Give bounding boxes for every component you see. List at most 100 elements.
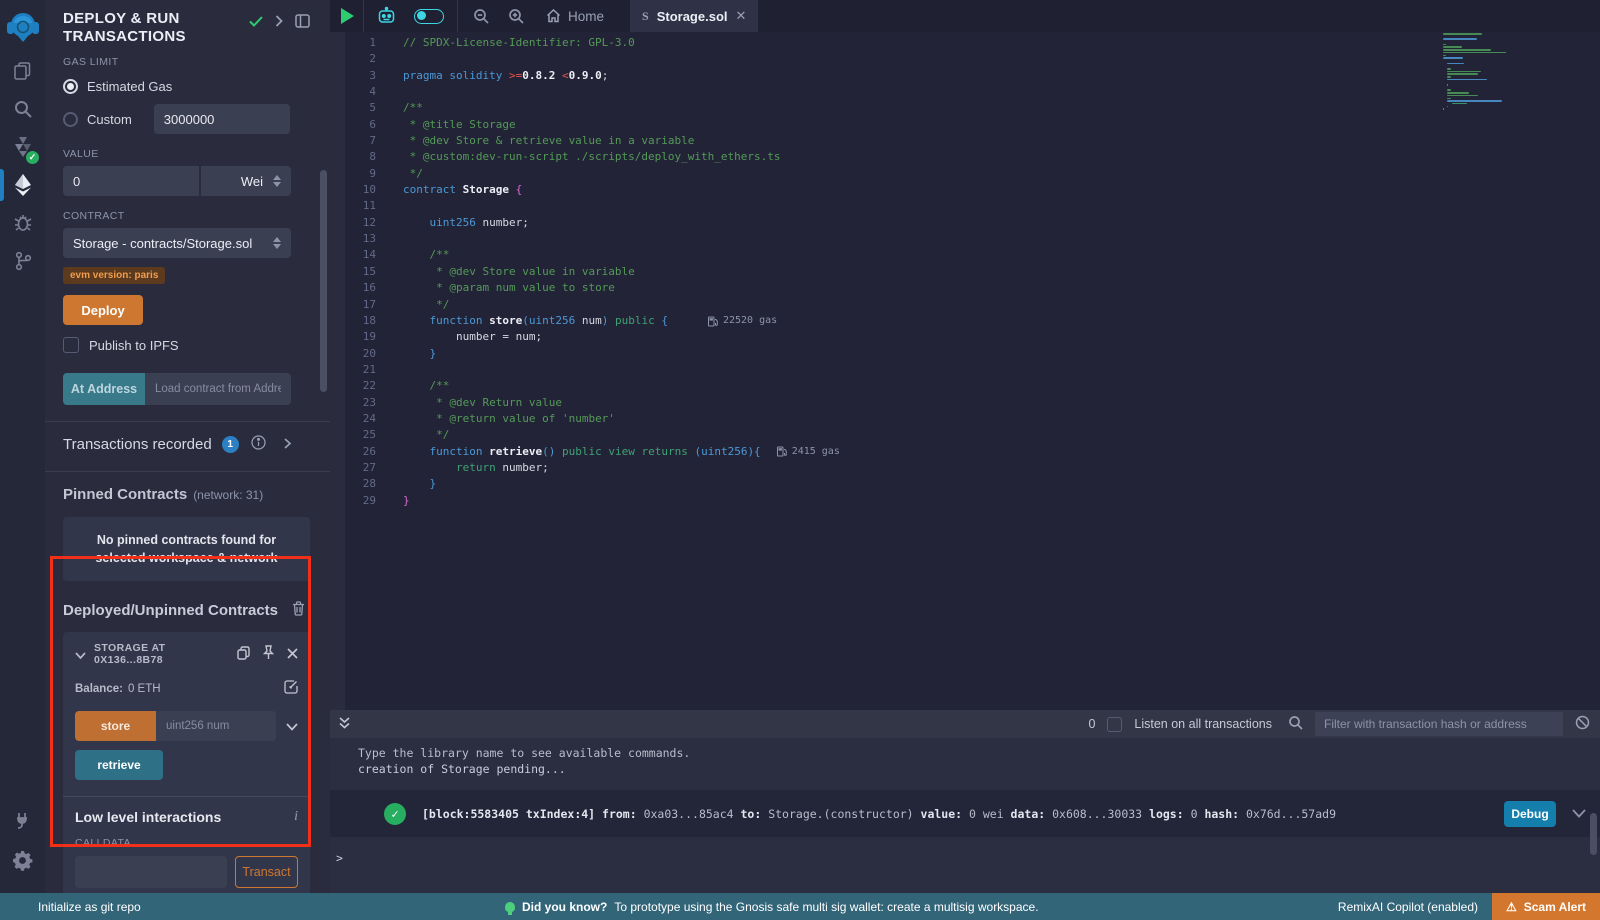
code-line: 10contract Storage {: [330, 182, 840, 198]
code-line: 18 function store(uint256 num) public {2…: [330, 313, 840, 329]
line-number: 25: [330, 427, 376, 443]
code-line: 24 * @return value of 'number': [330, 411, 840, 427]
debug-button[interactable]: Debug: [1504, 801, 1556, 827]
transactions-chevron-icon[interactable]: [284, 437, 291, 452]
pinned-contracts-title: Pinned Contracts: [63, 486, 187, 503]
panel-pin-view-icon[interactable]: [295, 14, 310, 31]
copilot-toggle[interactable]: [405, 0, 453, 32]
line-number: 11: [330, 198, 376, 214]
clear-deployed-trash-icon[interactable]: [292, 601, 305, 619]
contract-expand-chevron-icon[interactable]: [75, 647, 86, 662]
code-line: 16 * @param num value to store: [330, 280, 840, 296]
line-number: 22: [330, 378, 376, 394]
line-number: 14: [330, 247, 376, 263]
panel-scrollbar[interactable]: [320, 170, 327, 392]
terminal-search-icon: [1288, 715, 1303, 733]
debugger-icon[interactable]: [0, 204, 45, 242]
line-number: 24: [330, 411, 376, 427]
contract-select[interactable]: Storage - contracts/Storage.sol: [63, 228, 291, 258]
unit-stepper-icon[interactable]: [273, 175, 281, 187]
tab-storage-sol[interactable]: S Storage.sol ✕: [630, 0, 758, 32]
home-tab[interactable]: Home: [534, 9, 616, 24]
line-number: 4: [330, 84, 376, 100]
listen-all-checkbox[interactable]: [1107, 717, 1122, 732]
terminal-filter-input[interactable]: [1315, 712, 1563, 736]
line-number: 7: [330, 133, 376, 149]
solidity-file-icon: S: [642, 9, 649, 24]
publish-ipfs-checkbox[interactable]: [63, 337, 79, 353]
value-unit-select[interactable]: Wei: [201, 166, 291, 196]
solidity-compiler-icon[interactable]: ✓: [0, 128, 45, 166]
transact-button[interactable]: Transact: [235, 856, 298, 888]
publish-ipfs-option: Publish to IPFS: [63, 337, 310, 353]
code-editor[interactable]: 1// SPDX-License-Identifier: GPL-3.023pr…: [330, 32, 1600, 710]
search-icon[interactable]: [0, 90, 45, 128]
tab-close-icon[interactable]: ✕: [736, 8, 747, 24]
terminal-scrollbar[interactable]: [1590, 813, 1597, 855]
run-script-play-icon[interactable]: [332, 0, 363, 32]
tx-summary: [block:5583405 txIndex:4] from: 0xa03...…: [422, 807, 1336, 821]
copy-address-icon[interactable]: [237, 646, 250, 663]
remove-contract-icon[interactable]: [287, 647, 298, 662]
code-line: 23 * @dev Return value: [330, 395, 840, 411]
gas-estimate-annotation: 22520 gas: [708, 313, 777, 329]
line-number: 15: [330, 264, 376, 280]
terminal-clear-icon[interactable]: [1575, 715, 1590, 733]
low-level-info-icon[interactable]: i: [294, 809, 298, 825]
value-input[interactable]: [63, 166, 199, 196]
remix-logo-icon[interactable]: [0, 2, 45, 52]
code-line: 4: [330, 84, 840, 100]
pin-contract-icon[interactable]: [262, 645, 275, 663]
code-line: 29}: [330, 493, 840, 509]
file-explorer-icon[interactable]: [0, 52, 45, 90]
tx-expand-chevron-icon[interactable]: [1572, 807, 1586, 821]
estimated-gas-option[interactable]: Estimated Gas: [63, 75, 310, 97]
code-line: 1// SPDX-License-Identifier: GPL-3.0: [330, 35, 840, 51]
plugin-manager-icon[interactable]: [0, 801, 45, 839]
code-line: 20 }: [330, 346, 840, 362]
compile-success-badge: ✓: [26, 151, 39, 164]
line-number: 13: [330, 231, 376, 247]
settings-gear-icon[interactable]: [0, 841, 45, 879]
zoom-in-icon[interactable]: [499, 0, 534, 32]
edit-balance-icon[interactable]: [284, 680, 298, 697]
terminal-listen-count: 0: [1088, 717, 1095, 731]
terminal-prompt[interactable]: >: [330, 837, 1600, 865]
code-line: 5/**: [330, 100, 840, 116]
git-icon[interactable]: [0, 242, 45, 280]
calldata-input[interactable]: [75, 856, 227, 888]
zoom-out-icon[interactable]: [464, 0, 499, 32]
active-plugin-indicator: [0, 169, 4, 201]
low-level-interactions-title: Low level interactions: [75, 809, 221, 825]
remix-ai-robot-icon[interactable]: [368, 0, 405, 32]
store-expand-chevron-icon[interactable]: [286, 719, 298, 734]
transaction-log-row[interactable]: ✓ [block:5583405 txIndex:4] from: 0xa03.…: [330, 790, 1600, 837]
retrieve-function-button[interactable]: retrieve: [75, 750, 163, 780]
at-address-input[interactable]: [145, 373, 291, 405]
transactions-count-badge: 1: [222, 436, 239, 453]
estimated-gas-radio[interactable]: [63, 79, 78, 94]
scam-alert-button[interactable]: ⚠ Scam Alert: [1492, 893, 1600, 920]
code-line: 6 * @title Storage: [330, 117, 840, 133]
transactions-info-icon[interactable]: [251, 435, 266, 453]
terminal-body[interactable]: Type the library name to see available c…: [330, 738, 1600, 893]
store-args-input[interactable]: [156, 711, 276, 741]
custom-gas-radio[interactable]: [63, 112, 78, 127]
custom-gas-input[interactable]: [154, 104, 290, 134]
code-line: 8 * @custom:dev-run-script ./scripts/dep…: [330, 149, 840, 165]
copilot-status[interactable]: RemixAI Copilot (enabled): [1338, 900, 1492, 914]
store-function-button[interactable]: store: [75, 711, 156, 741]
deploy-button[interactable]: Deploy: [63, 295, 143, 325]
line-number: 12: [330, 215, 376, 231]
deploy-and-run-icon[interactable]: [0, 166, 45, 204]
line-number: 23: [330, 395, 376, 411]
line-number: 19: [330, 329, 376, 345]
minimap[interactable]: [1443, 33, 1523, 111]
terminal-expand-icon[interactable]: [334, 716, 351, 733]
code-line: 25 */: [330, 427, 840, 443]
git-init-button[interactable]: Initialize as git repo: [0, 900, 141, 914]
transactions-recorded-row[interactable]: Transactions recorded 1: [63, 422, 310, 455]
evm-version-badge: evm version: paris: [63, 267, 165, 284]
at-address-button[interactable]: At Address: [63, 373, 145, 405]
panel-chevron-right-icon[interactable]: [275, 15, 283, 30]
